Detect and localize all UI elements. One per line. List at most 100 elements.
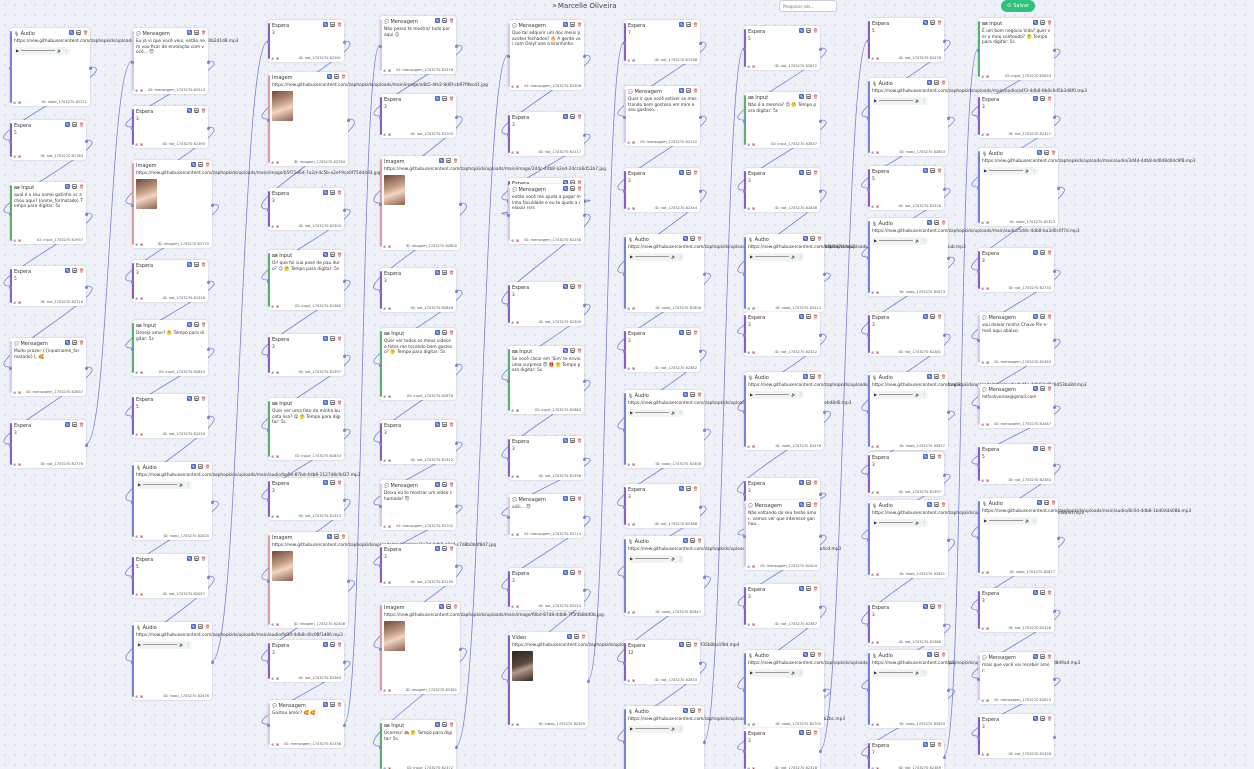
remove-link-icon[interactable]: ✖	[876, 490, 879, 495]
edit-icon[interactable]: ✎	[563, 22, 568, 27]
more-icon[interactable]: ⋮	[1032, 168, 1036, 173]
copy-icon[interactable]: ⧉	[806, 586, 811, 592]
remove-link-icon[interactable]: ✖	[632, 206, 635, 211]
edit-icon[interactable]: ✎	[799, 94, 804, 99]
video-node[interactable]: Vídeo✎⧉🗑https://new.githubusercontent.co…	[506, 632, 739, 728]
connect-icon[interactable]: ⊕	[747, 206, 750, 211]
connect-icon[interactable]: ⊕	[747, 564, 750, 569]
volume-icon[interactable]: 🔈	[671, 410, 676, 415]
output-handle[interactable]	[342, 499, 346, 502]
trash-icon[interactable]: 🗑	[1047, 314, 1052, 319]
input-handle[interactable]	[866, 40, 870, 43]
play-icon[interactable]: ▶	[630, 726, 633, 731]
output-handle[interactable]	[818, 120, 822, 123]
more-icon[interactable]: ⋮	[678, 254, 682, 259]
audio-node[interactable]: 🎙Áudio✎⧉🗑https://new.githubusercontent.c…	[742, 650, 955, 728]
output-handle[interactable]	[582, 458, 586, 461]
edit-icon[interactable]: ✎	[323, 400, 328, 405]
connect-icon[interactable]: ⊕	[511, 722, 514, 727]
audio-player[interactable]: ▶ 🔈 ⋮	[628, 408, 684, 417]
copy-icon[interactable]: ⧉	[570, 438, 575, 444]
input-handle[interactable]	[8, 213, 12, 216]
trash-icon[interactable]: 🗑	[817, 236, 822, 241]
edit-icon[interactable]: ✎	[1033, 20, 1038, 25]
input-handle[interactable]	[622, 576, 626, 579]
connect-icon[interactable]: ⊕	[511, 150, 514, 155]
espera-node[interactable]: Espera ✎ ⧉ 🗑 3 ID: not_1703270 82397 ⊕ ✖	[266, 334, 346, 376]
mensagem-node[interactable]: 💬 Mensagem ✎ ⧉ 🗑 Muito prazer {{inputnome_for…	[8, 338, 88, 396]
copy-icon[interactable]: ⧉	[690, 236, 695, 242]
output-handle[interactable]	[946, 689, 950, 692]
input-node[interactable]: ⌨ Input ✎ ⧉ 🗑 Quer ver uma foto da minha buce…	[266, 398, 346, 460]
audio-player[interactable]: ▶ 🔈 ⋮	[872, 390, 928, 399]
trash-icon[interactable]: 🗑	[337, 22, 342, 27]
remove-link-icon[interactable]: ✖	[516, 84, 519, 89]
mensagem-node[interactable]: 💬 Mensagem ✎ ⧉ 🗑 Que tal adquirir um dos meus…	[506, 20, 586, 90]
output-handle[interactable]	[454, 565, 458, 568]
audio-node[interactable]: 🎙Áudio✎⧉🗑https://new.githubusercontent.c…	[866, 650, 1080, 728]
remove-link-icon[interactable]: ✖	[388, 688, 391, 693]
edit-icon[interactable]: ✎	[799, 586, 804, 591]
connect-icon[interactable]: ⊕	[383, 68, 386, 73]
trash-icon[interactable]: 🗑	[201, 30, 206, 35]
connect-icon[interactable]: ⊕	[747, 444, 750, 449]
remove-link-icon[interactable]: ✖	[388, 68, 391, 73]
volume-icon[interactable]: 🔈	[179, 642, 184, 647]
trash-icon[interactable]: 🗑	[577, 438, 582, 443]
input-handle[interactable]	[130, 348, 134, 351]
trash-icon[interactable]: 🗑	[449, 96, 454, 101]
edit-icon[interactable]: ✎	[435, 482, 440, 487]
copy-icon[interactable]: ⧉	[1040, 314, 1045, 320]
remove-link-icon[interactable]: ✖	[752, 564, 755, 569]
trash-icon[interactable]: 🗑	[449, 330, 454, 335]
audio-progress[interactable]	[635, 728, 670, 729]
trash-icon[interactable]: 🗑	[813, 730, 818, 735]
remove-link-icon[interactable]: ✖	[516, 150, 519, 155]
input-handle[interactable]	[130, 61, 134, 64]
edit-icon[interactable]: ✎	[327, 74, 332, 79]
connect-icon[interactable]: ⊕	[981, 360, 984, 365]
trash-icon[interactable]: 🗑	[941, 220, 946, 225]
connect-icon[interactable]: ⊕	[271, 370, 274, 375]
copy-icon[interactable]: ⧉	[934, 374, 939, 380]
edit-icon[interactable]: ✎	[1033, 716, 1038, 721]
output-handle[interactable]	[342, 724, 346, 727]
espera-node[interactable]: Espera ✎ ⧉ 🗑 3 ID: not_1703270 82323 ⊕ ✖	[266, 478, 346, 520]
input-handle[interactable]	[266, 661, 270, 664]
edit-icon[interactable]: ✎	[927, 80, 932, 85]
connect-icon[interactable]: ⊕	[511, 604, 514, 609]
output-handle[interactable]	[206, 348, 210, 351]
copy-icon[interactable]: ⧉	[690, 392, 695, 398]
audio-progress[interactable]	[879, 240, 914, 241]
trash-icon[interactable]: 🗑	[1047, 96, 1052, 101]
input-handle[interactable]	[130, 416, 134, 419]
connect-icon[interactable]: ⊕	[627, 678, 630, 683]
input-handle[interactable]	[266, 580, 270, 583]
input-handle[interactable]	[378, 203, 382, 206]
edit-icon[interactable]: ✎	[563, 496, 568, 501]
copy-icon[interactable]: ⧉	[574, 634, 579, 640]
copy-icon[interactable]: ⧉	[806, 94, 811, 100]
copy-icon[interactable]: ⧉	[194, 108, 199, 114]
remove-link-icon[interactable]: ✖	[632, 462, 635, 467]
input-handle[interactable]	[266, 499, 270, 502]
input-handle[interactable]	[378, 45, 382, 48]
remove-link-icon[interactable]: ✖	[986, 478, 989, 483]
copy-icon[interactable]: ⧉	[810, 652, 815, 658]
output-handle[interactable]	[1052, 339, 1056, 342]
trash-icon[interactable]: 🗑	[201, 262, 206, 267]
trash-icon[interactable]: 🗑	[697, 708, 702, 713]
copy-icon[interactable]: ⧉	[570, 570, 575, 576]
remove-link-icon[interactable]: ✖	[18, 300, 21, 305]
copy-icon[interactable]: ⧉	[194, 30, 199, 36]
remove-link-icon[interactable]: ✖	[18, 154, 21, 159]
connect-icon[interactable]: ⊕	[13, 100, 16, 105]
connect-icon[interactable]: ⊕	[383, 458, 386, 463]
copy-icon[interactable]: ⧉	[442, 330, 447, 336]
connect-icon[interactable]: ⊕	[13, 154, 16, 159]
input-handle[interactable]	[130, 281, 134, 284]
copy-icon[interactable]: ⧉	[442, 18, 447, 24]
copy-icon[interactable]: ⧉	[930, 168, 935, 174]
espera-node[interactable]: Espera ✎ ⧉ 🗑 3 ID: not_1703270 82393 ⊕ ✖	[130, 106, 210, 148]
connect-icon[interactable]: ⊕	[511, 474, 514, 479]
